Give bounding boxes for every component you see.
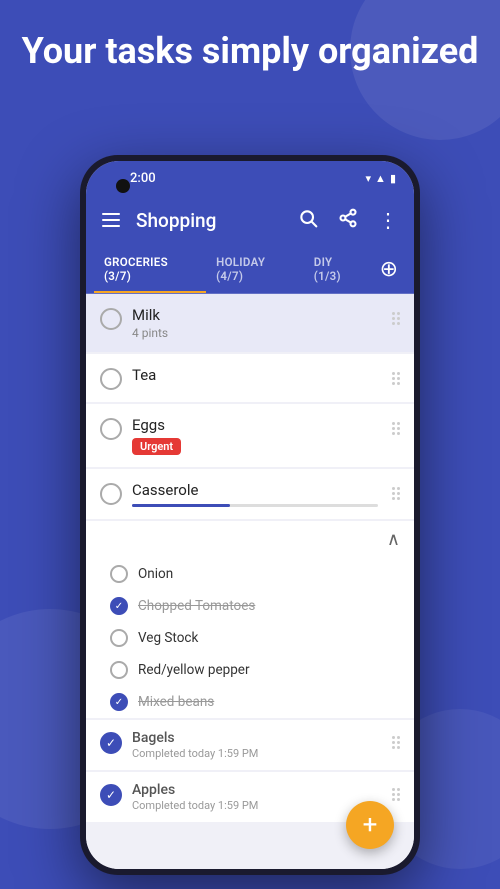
status-time: 2:00: [130, 171, 156, 186]
tab-holiday[interactable]: HOLIDAY (4/7): [206, 245, 304, 293]
more-icon[interactable]: ⋮: [374, 204, 402, 236]
sub-item-veg-stock: Veg Stock: [86, 622, 414, 654]
search-icon[interactable]: [294, 204, 322, 237]
task-checkbox-milk[interactable]: [100, 308, 122, 330]
task-subtitle-milk: 4 pints: [132, 326, 378, 340]
sub-items-header: ∧: [86, 521, 414, 558]
task-content-casserole: Casserole: [132, 481, 378, 507]
task-title-tea: Tea: [132, 366, 378, 384]
sub-item-text-veg-stock: Veg Stock: [138, 630, 198, 646]
header-section: Your tasks simply organized: [0, 30, 500, 73]
app-bar-title: Shopping: [136, 209, 282, 232]
task-content-milk: Milk 4 pints: [132, 306, 378, 340]
phone-screen: 2:00 ▾ ▲ ▮ Shopping: [86, 161, 414, 869]
drag-handle-apples: [388, 784, 404, 805]
sub-item-checkbox-mixed-beans[interactable]: [110, 693, 128, 711]
sub-item-checkbox-onion[interactable]: [110, 565, 128, 583]
app-bar: Shopping ⋮: [86, 195, 414, 245]
sub-item-red-pepper: Red/yellow pepper: [86, 654, 414, 686]
completed-item-bagels: Bagels Completed today 1:59 PM: [86, 720, 414, 770]
completed-subtitle-bagels: Completed today 1:59 PM: [132, 747, 378, 760]
completed-title-apples: Apples: [132, 782, 378, 798]
task-checkbox-casserole[interactable]: [100, 483, 122, 505]
task-title-eggs: Eggs: [132, 416, 378, 434]
task-content-bagels: Bagels Completed today 1:59 PM: [132, 730, 378, 760]
sub-item-text-chopped-tomatoes: Chopped Tomatoes: [138, 598, 255, 614]
drag-handle-milk: [388, 308, 404, 329]
task-checkbox-apples[interactable]: [100, 784, 122, 806]
task-checkbox-eggs[interactable]: [100, 418, 122, 440]
status-icons: ▾ ▲ ▮: [366, 172, 396, 185]
sub-item-text-onion: Onion: [138, 566, 173, 582]
task-title-milk: Milk: [132, 306, 378, 324]
sub-item-chopped-tomatoes: Chopped Tomatoes: [86, 590, 414, 622]
completed-subtitle-apples: Completed today 1:59 PM: [132, 799, 378, 812]
share-icon[interactable]: [334, 204, 362, 237]
tab-groceries[interactable]: GROCERIES (3/7): [94, 245, 206, 293]
task-item-tea: Tea: [86, 354, 414, 402]
task-list: Milk 4 pints Tea: [86, 294, 414, 869]
task-badge-eggs: Urgent: [132, 438, 181, 455]
page-title: Your tasks simply organized: [0, 30, 500, 73]
drag-handle-bagels: [388, 732, 404, 753]
completed-title-bagels: Bagels: [132, 730, 378, 746]
task-content-tea: Tea: [132, 366, 378, 384]
task-item-milk: Milk 4 pints: [86, 294, 414, 352]
sub-item-text-mixed-beans: Mixed beans: [138, 694, 214, 710]
casserole-sub-items: ∧ Onion Chopped Tomatoes Veg Stock Red/y: [86, 521, 414, 718]
camera-dot: [116, 179, 130, 193]
task-title-casserole: Casserole: [132, 481, 378, 499]
task-content-eggs: Eggs Urgent: [132, 416, 378, 455]
tabs-bar: GROCERIES (3/7) HOLIDAY (4/7) DIY (1/3) …: [86, 245, 414, 294]
sub-item-onion: Onion: [86, 558, 414, 590]
wifi-icon: ▾: [366, 172, 372, 185]
task-item-eggs: Eggs Urgent: [86, 404, 414, 467]
task-item-casserole: Casserole: [86, 469, 414, 519]
fab-icon: +: [363, 812, 378, 838]
add-list-button[interactable]: ⊕: [372, 253, 406, 286]
battery-icon: ▮: [390, 172, 396, 185]
sub-item-text-red-pepper: Red/yellow pepper: [138, 662, 250, 678]
hamburger-line-2: [102, 219, 120, 221]
signal-icon: ▲: [375, 172, 386, 185]
status-bar: 2:00 ▾ ▲ ▮: [86, 161, 414, 195]
phone-frame: 2:00 ▾ ▲ ▮ Shopping: [80, 155, 420, 875]
task-checkbox-bagels[interactable]: [100, 732, 122, 754]
sub-item-checkbox-chopped-tomatoes[interactable]: [110, 597, 128, 615]
sub-item-mixed-beans: Mixed beans: [86, 686, 414, 718]
fab-button[interactable]: +: [346, 801, 394, 849]
hamburger-line-3: [102, 225, 120, 227]
sub-item-checkbox-red-pepper[interactable]: [110, 661, 128, 679]
sub-item-checkbox-veg-stock[interactable]: [110, 629, 128, 647]
menu-button[interactable]: [98, 209, 124, 231]
drag-handle-tea: [388, 368, 404, 389]
task-content-apples: Apples Completed today 1:59 PM: [132, 782, 378, 812]
hamburger-line-1: [102, 213, 120, 215]
tab-diy[interactable]: DIY (1/3): [304, 245, 372, 293]
drag-handle-eggs: [388, 418, 404, 439]
task-checkbox-tea[interactable]: [100, 368, 122, 390]
collapse-icon[interactable]: ∧: [387, 529, 400, 550]
drag-handle-casserole: [388, 483, 404, 504]
